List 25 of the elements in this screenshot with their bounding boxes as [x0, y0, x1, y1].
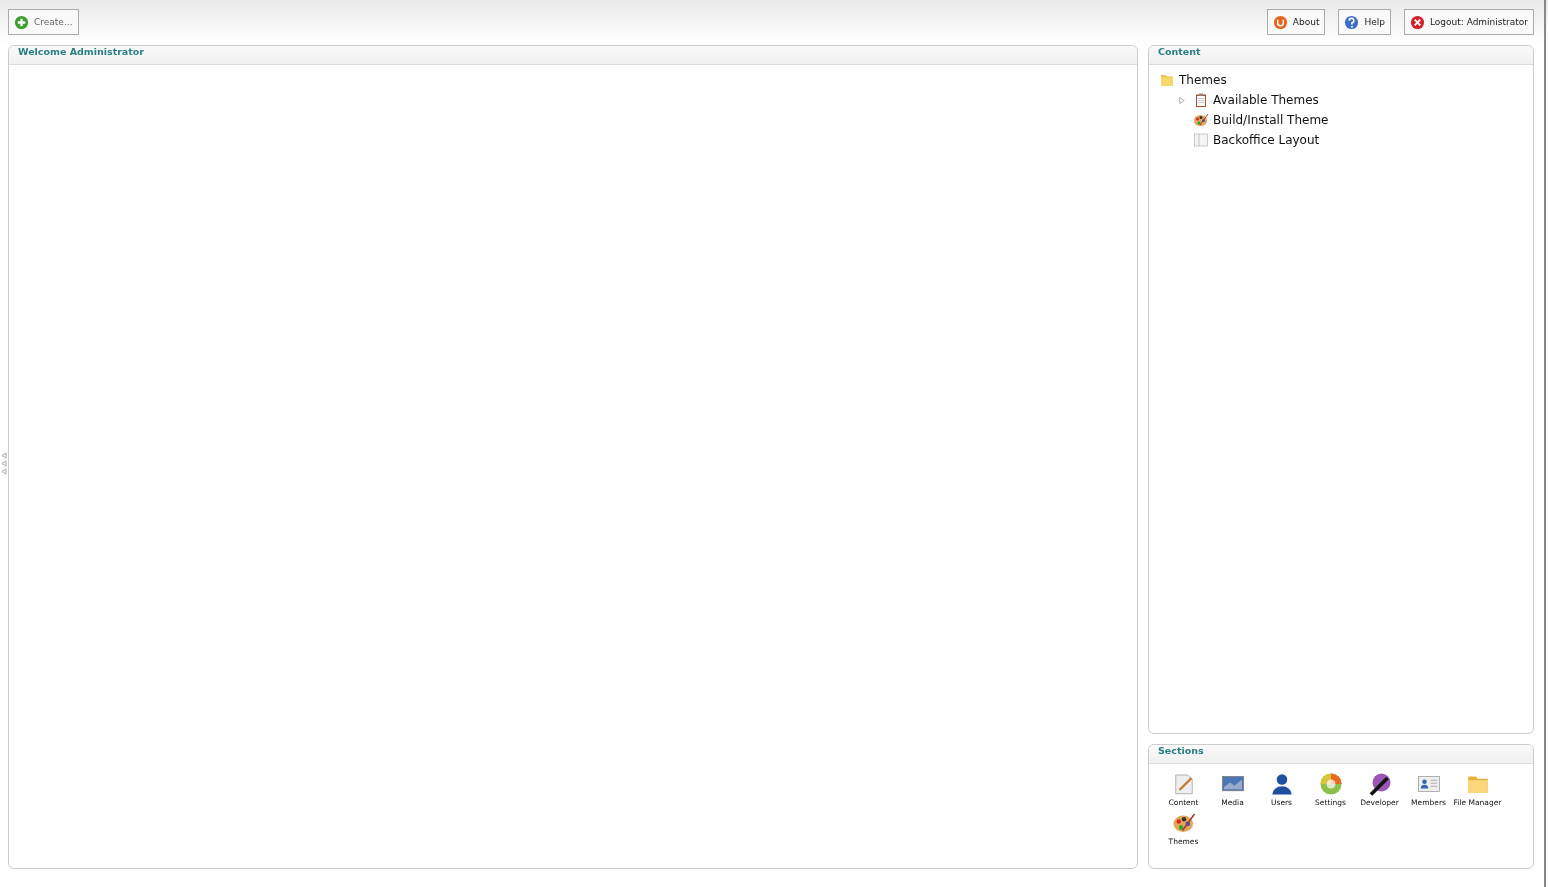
close-icon	[1409, 14, 1425, 30]
tree-item[interactable]: Build/Install Theme	[1213, 113, 1329, 127]
logout-button[interactable]: Logout: Administrator	[1403, 9, 1534, 35]
collapse-handle-icon[interactable]	[1, 452, 7, 476]
tree-item[interactable]: Themes	[1179, 73, 1227, 87]
power-icon	[1272, 14, 1288, 30]
plus-icon	[14, 14, 29, 30]
color-wheel-icon	[1318, 772, 1343, 796]
create-button[interactable]: Create...	[8, 9, 79, 35]
panel-title: Content	[1149, 46, 1533, 65]
tree-item[interactable]: Backoffice Layout	[1213, 133, 1320, 147]
expand-arrow-icon[interactable]	[1179, 95, 1185, 105]
panel-title: Sections	[1149, 745, 1533, 764]
magic-wand-icon	[1367, 772, 1392, 796]
layout-icon	[1193, 132, 1209, 148]
clipboard-icon	[1193, 92, 1209, 108]
panel-title: Welcome Administrator	[9, 46, 1137, 65]
help-button[interactable]: Help	[1338, 9, 1391, 35]
folder-icon	[1159, 72, 1175, 88]
palette-icon	[1193, 112, 1209, 128]
tree-item[interactable]: Available Themes	[1213, 93, 1319, 107]
palette-icon	[1171, 811, 1196, 835]
user-icon	[1269, 772, 1294, 796]
help-icon	[1344, 14, 1360, 30]
about-button[interactable]: About	[1266, 9, 1326, 35]
